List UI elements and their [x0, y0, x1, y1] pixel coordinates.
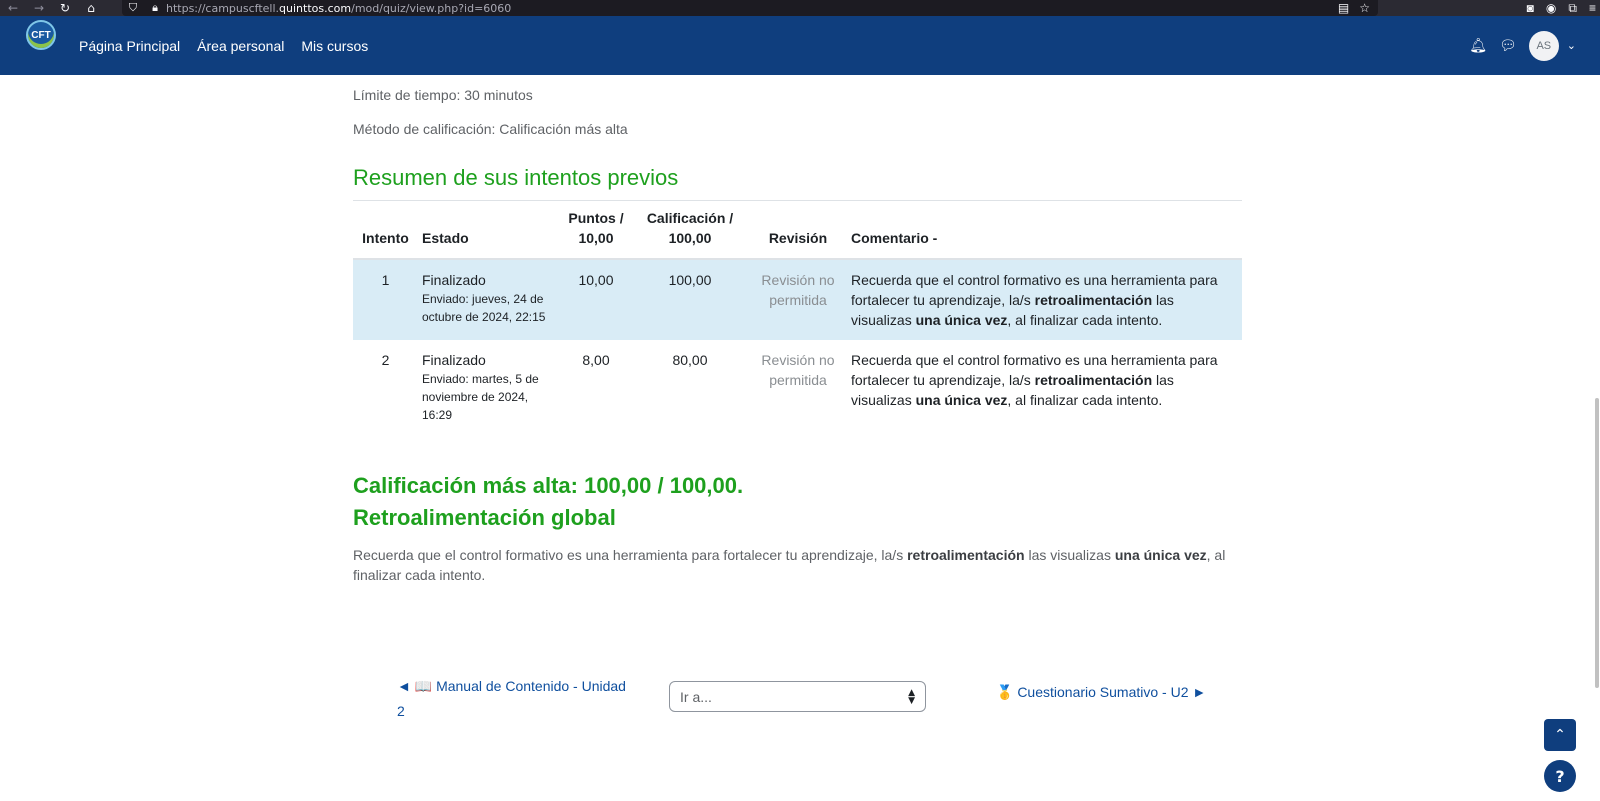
- attempt-grade: 100,00: [631, 259, 749, 340]
- extensions-icon[interactable]: ⧉: [1568, 1, 1577, 16]
- table-row: 2 Finalizado Enviado: martes, 5 de novie…: [353, 340, 1242, 434]
- select-arrows-icon: ▲ ▼: [908, 687, 915, 706]
- table-row: 1 Finalizado Enviado: jueves, 24 de octu…: [353, 259, 1242, 340]
- state-label: Finalizado: [422, 352, 486, 368]
- attempts-table: Intento Estado Puntos /10,00 Calificació…: [353, 208, 1242, 434]
- bookmark-star-icon[interactable]: ☆: [1359, 1, 1370, 15]
- highest-grade: Calificación más alta: 100,00 / 100,00.: [353, 473, 744, 498]
- attempt-review: Revisión no permitida: [749, 259, 847, 340]
- next-activity-link[interactable]: 🥇 Cuestionario Sumativo - U2 ►: [996, 684, 1206, 701]
- help-button[interactable]: ?: [1544, 760, 1576, 792]
- table-header-row: Intento Estado Puntos /10,00 Calificació…: [353, 208, 1242, 260]
- page-scrollbar[interactable]: [1595, 398, 1599, 688]
- global-feedback-title: Retroalimentación global: [353, 505, 616, 530]
- previous-activity-link[interactable]: ◄ 📖 Manual de Contenido - Unidad 2: [397, 674, 633, 724]
- question-icon: ?: [1555, 766, 1565, 786]
- address-bar[interactable]: ⛉ 🔒︎ https://campuscftell.quinttos.com/m…: [122, 0, 1378, 16]
- home-icon[interactable]: ⌂: [78, 0, 104, 16]
- primary-navigation: Página Principal Área personal Mis curso…: [79, 16, 368, 75]
- attempt-number: 2: [381, 352, 390, 368]
- reader-view-icon[interactable]: ▤: [1338, 1, 1349, 15]
- attempt-review: Revisión no permitida: [761, 352, 835, 388]
- reload-icon[interactable]: ↻: [52, 0, 78, 16]
- pocket-icon[interactable]: ◙: [1527, 1, 1534, 15]
- col-grade[interactable]: Calificación /100,00: [631, 208, 749, 260]
- attempt-points: 8,00: [582, 352, 610, 368]
- lock-icon[interactable]: 🔒︎: [144, 2, 166, 15]
- col-state[interactable]: Estado: [418, 208, 561, 260]
- attempt-state: Finalizado Enviado: martes, 5 de noviemb…: [418, 340, 561, 434]
- user-menu-chevron-icon[interactable]: ⌄: [1567, 39, 1576, 52]
- account-icon[interactable]: ◉: [1546, 1, 1556, 15]
- submitted-date: Enviado: martes, 5 de noviembre de 2024,…: [422, 372, 539, 422]
- site-logo[interactable]: CFT: [26, 20, 56, 50]
- forward-icon[interactable]: →: [26, 0, 52, 16]
- attempt-grade: 80,00: [672, 352, 708, 368]
- submitted-date: Enviado: jueves, 24 de octubre de 2024, …: [422, 292, 546, 324]
- jump-to-value: Ir a...: [680, 688, 712, 705]
- nav-my-courses[interactable]: Mis cursos: [301, 38, 368, 54]
- attempt-state: Finalizado Enviado: jueves, 24 de octubr…: [418, 259, 561, 340]
- back-icon[interactable]: ←: [0, 0, 26, 16]
- state-label: Finalizado: [422, 272, 486, 288]
- attempt-comment: Recuerda que el control formativo es una…: [851, 352, 1218, 408]
- attempt-points: 10,00: [561, 259, 631, 340]
- jump-to-select[interactable]: Ir a... ▲ ▼: [669, 681, 926, 712]
- url-text[interactable]: https://campuscftell.quinttos.com/mod/qu…: [166, 2, 511, 15]
- attempt-number: 1: [353, 259, 418, 340]
- col-review[interactable]: Revisión: [749, 208, 847, 260]
- time-limit: Límite de tiempo: 30 minutos: [353, 87, 533, 103]
- back-to-top-button[interactable]: ⌃: [1544, 719, 1576, 751]
- attempts-heading: Resumen de sus intentos previos: [353, 165, 679, 190]
- user-avatar[interactable]: AS: [1528, 30, 1559, 61]
- menu-icon[interactable]: ≡: [1589, 1, 1596, 15]
- col-attempt[interactable]: Intento: [353, 208, 418, 260]
- nav-home[interactable]: Página Principal: [79, 38, 180, 54]
- grading-method: Método de calificación: Calificación más…: [353, 121, 628, 137]
- col-comment[interactable]: Comentario -: [847, 208, 1242, 260]
- col-points[interactable]: Puntos /10,00: [561, 208, 631, 260]
- messages-icon[interactable]: 💬︎: [1499, 38, 1517, 54]
- nav-dashboard[interactable]: Área personal: [197, 38, 284, 54]
- shield-icon[interactable]: ⛉: [122, 2, 144, 15]
- heading-divider: [353, 200, 1242, 201]
- attempt-comment: Recuerda que el control formativo es una…: [847, 259, 1242, 340]
- chevron-up-icon: ⌃: [1554, 727, 1566, 743]
- notifications-bell-icon[interactable]: 🔔︎: [1469, 38, 1487, 54]
- global-feedback-text: Recuerda que el control formativo es una…: [353, 547, 1226, 583]
